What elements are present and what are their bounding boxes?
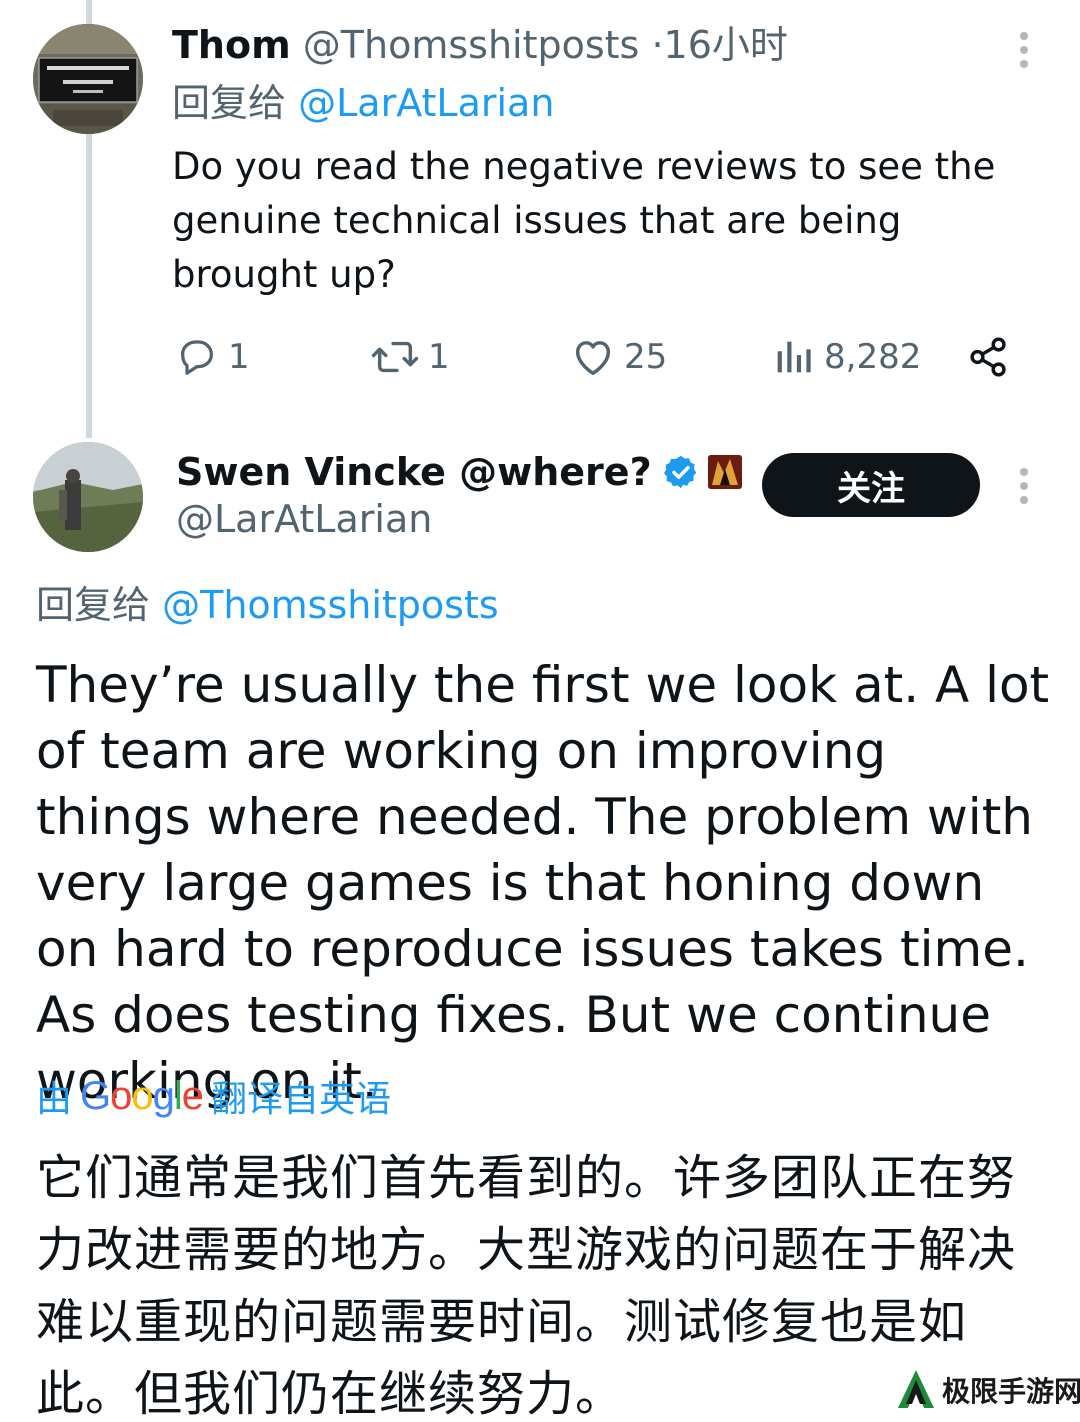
affiliate-badge-icon[interactable]	[707, 455, 742, 489]
tweet1-more-icon[interactable]	[1010, 30, 1038, 70]
tweet1-timestamp[interactable]: 16小时	[664, 23, 788, 67]
tweet2-reply-mention[interactable]: @Thomsshitposts	[162, 583, 499, 627]
views-count: 8,282	[824, 337, 922, 377]
like-button[interactable]: 25	[570, 332, 667, 382]
watermark: 极限手游网	[896, 1362, 1080, 1418]
avatar-swen[interactable]	[33, 442, 143, 552]
affiliate-badge-image	[707, 455, 742, 489]
verified-icon[interactable]	[662, 453, 700, 491]
tweet2-author-handle[interactable]: @LarAtLarian	[176, 494, 432, 544]
avatar-thom[interactable]	[33, 24, 143, 134]
tweet1-reply-prefix: 回复给	[172, 81, 287, 125]
tweet1-reply-mention[interactable]: @LarAtLarian	[298, 81, 554, 125]
reply-icon	[180, 340, 214, 375]
translated-suffix: 翻译自英语	[211, 1079, 392, 1120]
tweet1-action-bar: 1 1 25 8,282	[172, 332, 1022, 382]
tweet2-reply-prefix: 回复给	[36, 583, 151, 627]
tweet2-translation: 它们通常是我们首先看到的。许多团队正在努力改进需要的地方。大型游戏的问题在于解决…	[36, 1150, 1017, 1422]
tweet1-text: Do you read the negative reviews to see …	[172, 145, 996, 296]
views-icon	[777, 341, 811, 373]
like-count: 25	[624, 337, 668, 377]
reply-count: 1	[228, 337, 250, 377]
tweet1-header: Thom @Thomsshitposts ·16小时	[172, 20, 788, 70]
avatar-swen-image	[33, 442, 143, 552]
reply-button[interactable]: 1	[174, 332, 250, 382]
share-button[interactable]	[966, 332, 1012, 382]
retweet-icon	[371, 341, 419, 373]
translated-prefix: 由	[36, 1079, 73, 1120]
views-button[interactable]: 8,282	[770, 332, 921, 382]
tweet2-name-row: Swen Vincke @where?	[176, 446, 742, 498]
tweet1-author-handle[interactable]: @Thomsshitposts	[303, 23, 640, 67]
avatar-thom-image	[33, 24, 143, 134]
watermark-text: 极限手游网	[942, 1375, 1080, 1408]
retweet-count: 1	[428, 337, 450, 377]
tweet1-author-name[interactable]: Thom	[172, 23, 291, 67]
like-icon	[575, 341, 611, 376]
tweet2-text: They’re usually the first we look at. A …	[36, 656, 1050, 1110]
retweet-button[interactable]: 1	[370, 332, 450, 382]
share-icon	[970, 337, 1006, 377]
tweet1-separator-dot: ·	[651, 23, 664, 67]
google-logo: Google	[80, 1073, 204, 1118]
tweet2-author-name[interactable]: Swen Vincke @where?	[176, 450, 652, 494]
tweet2-more-icon[interactable]	[1010, 466, 1038, 506]
watermark-logo-icon	[896, 1368, 936, 1412]
translated-by-google-link[interactable]: 由 Google 翻译自英语	[36, 1070, 391, 1122]
tweet1-reply-context: 回复给 @LarAtLarian	[172, 78, 554, 128]
tweet2-reply-context: 回复给 @Thomsshitposts	[36, 580, 499, 630]
follow-button[interactable]: 关注	[762, 453, 980, 517]
